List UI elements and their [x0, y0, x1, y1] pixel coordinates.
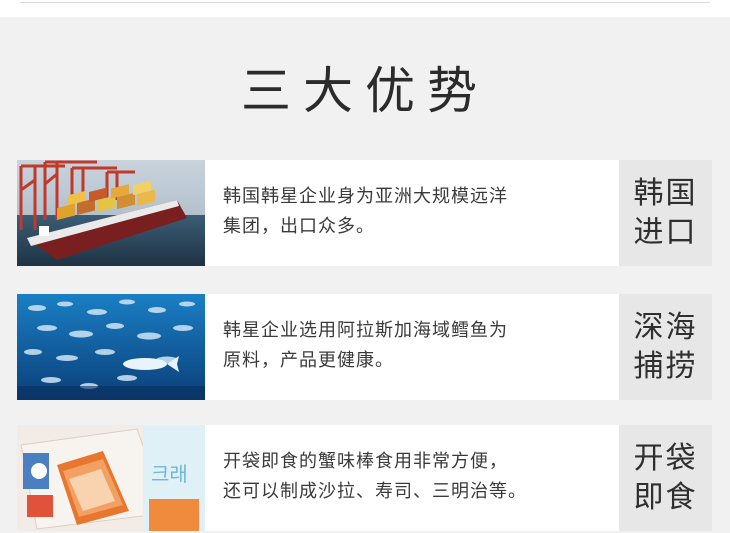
- advantage-description: 韩星企业选用阿拉斯加海域鳕鱼为 原料，产品更健康。: [205, 294, 619, 400]
- tag-line: 即食: [633, 480, 698, 515]
- description-line: 原料，产品更健康。: [223, 350, 394, 371]
- advantage-description: 开袋即食的蟹味棒食用非常方便， 还可以制成沙拉、寿司、三明治等。: [205, 425, 619, 531]
- container-ship-image: [17, 160, 205, 266]
- advantage-row: 韩国韩星企业身为亚洲大规模远洋 集团，出口众多。 韩国 进口: [17, 160, 712, 266]
- description-line: 集团，出口众多。: [223, 216, 375, 237]
- description-line: 开袋即食的蟹味棒食用非常方便，: [223, 451, 508, 472]
- advantage-description: 韩国韩星企业身为亚洲大规模远洋 集团，出口众多。: [205, 160, 619, 266]
- section-title: 三大优势: [241, 62, 489, 120]
- tag-line: 深海: [633, 310, 698, 345]
- page: 三大优势 韩国韩星企业身为亚洲大规模远洋 集团，出口众多。 韩国 进口 韩星企业…: [0, 0, 730, 533]
- tag-line: 韩国: [633, 176, 698, 211]
- package-text: 크래: [151, 462, 188, 486]
- fish-school-image: [17, 294, 205, 400]
- advantage-tag: 韩国 进口: [619, 160, 712, 266]
- tag-line: 捕捞: [633, 349, 698, 384]
- crab-stick-package-image: 크래: [17, 425, 205, 531]
- advantage-row: 크래 开袋即食的蟹味棒食用非常方便， 还可以制成沙拉、寿司、三明治等。 开袋 即…: [17, 425, 712, 531]
- advantage-tag: 开袋 即食: [619, 425, 712, 531]
- description-line: 韩国韩星企业身为亚洲大规模远洋: [223, 186, 508, 207]
- advantage-tag: 深海 捕捞: [619, 294, 712, 400]
- tag-line: 开袋: [633, 441, 698, 476]
- tag-line: 进口: [633, 215, 698, 250]
- top-divider: [20, 0, 710, 3]
- description-line: 韩星企业选用阿拉斯加海域鳕鱼为: [223, 320, 508, 341]
- advantage-row: 韩星企业选用阿拉斯加海域鳕鱼为 原料，产品更健康。 深海 捕捞: [17, 294, 712, 400]
- description-line: 还可以制成沙拉、寿司、三明治等。: [223, 481, 527, 502]
